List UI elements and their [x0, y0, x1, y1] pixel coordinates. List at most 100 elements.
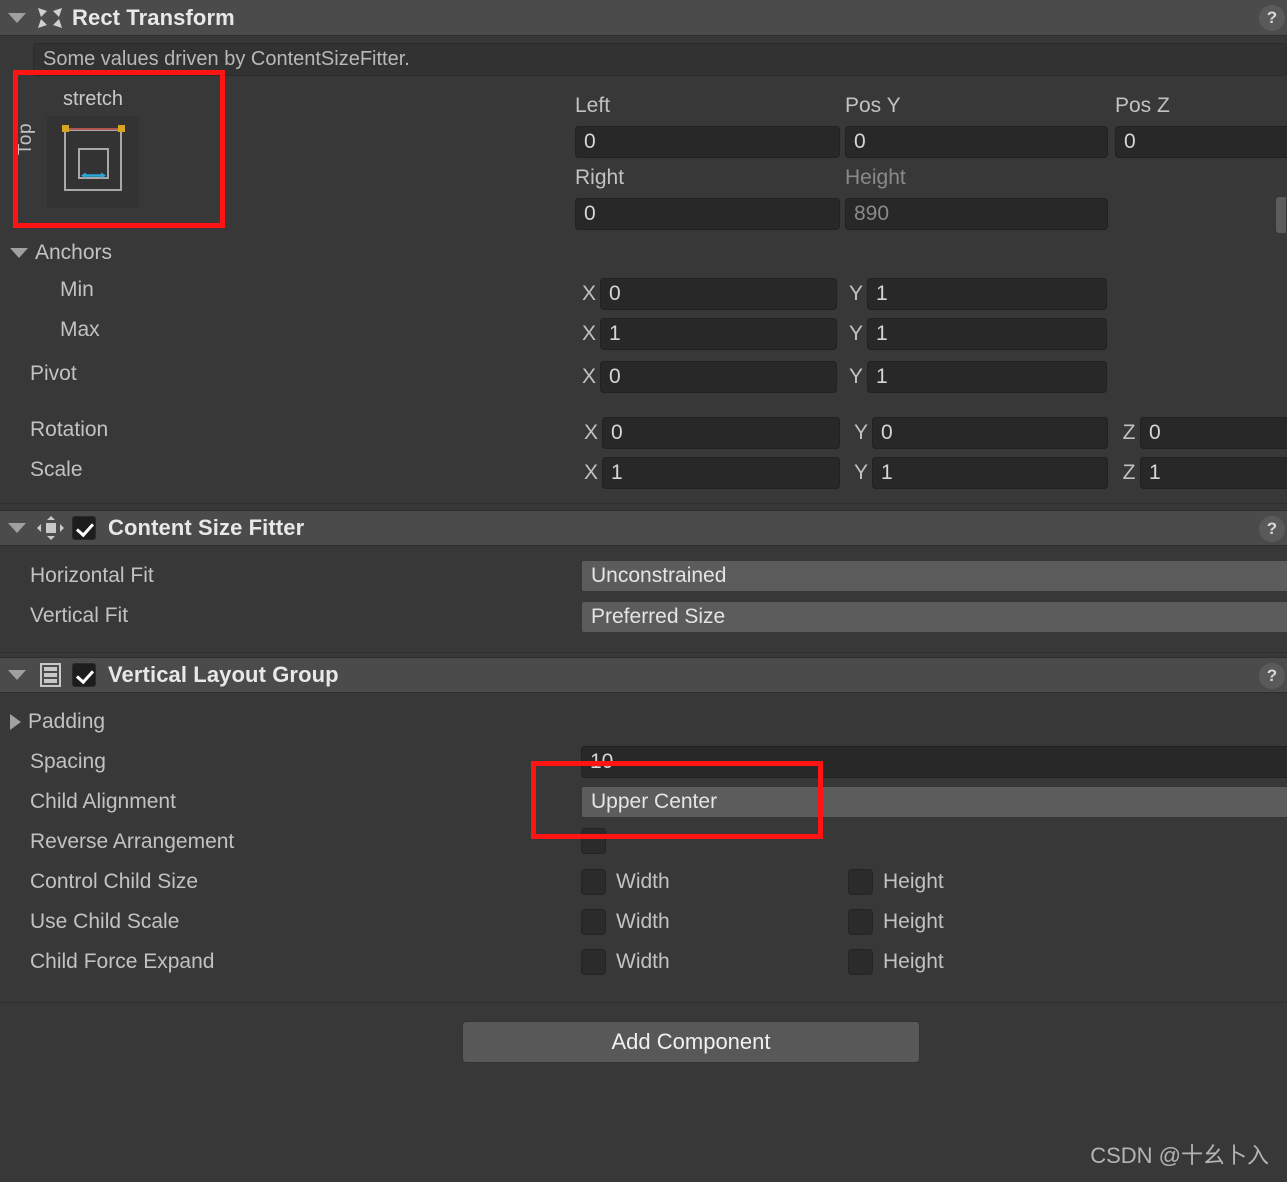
- pos-y-input[interactable]: 0: [845, 126, 1108, 158]
- rotation-label: Rotation: [30, 418, 109, 441]
- content-size-fitter-icon: [35, 515, 65, 541]
- reverse-arrangement-label: Reverse Arrangement: [30, 830, 235, 853]
- watermark: CSDN @十幺卜入: [1090, 1143, 1269, 1168]
- rect-transform-foldout-arrow[interactable]: [8, 12, 26, 23]
- anchor-top-line: [64, 128, 122, 130]
- height-label: Height: [845, 166, 906, 189]
- spacing-label: Spacing: [30, 750, 106, 773]
- right-label: Right: [575, 166, 625, 189]
- anchor-handle-right-icon: [118, 125, 125, 132]
- vertical-layout-group-title: Vertical Layout Group: [108, 662, 339, 687]
- height-input: 890: [845, 198, 1108, 230]
- anchor-min-y-input[interactable]: 1: [867, 278, 1107, 310]
- anchor-vertical-axis-label: Top: [15, 122, 37, 156]
- padding-foldout-arrow[interactable]: [10, 714, 21, 730]
- content-size-fitter-enabled-checkbox[interactable]: [72, 516, 96, 540]
- child-force-expand-width-checkbox[interactable]: [581, 949, 606, 975]
- rotation-y-input[interactable]: 0: [872, 417, 1108, 449]
- vertical-fit-label: Vertical Fit: [30, 604, 129, 627]
- scale-label: Scale: [30, 458, 83, 481]
- pivot-label: Pivot: [30, 362, 77, 385]
- pivot-y-group: Y 1: [845, 361, 1107, 393]
- anchors-foldout-arrow[interactable]: [10, 248, 28, 258]
- use-child-scale-height-label: Height: [883, 910, 944, 933]
- pos-z-input[interactable]: 0: [1115, 126, 1287, 158]
- anchor-stretch-arrow-icon: [81, 161, 106, 179]
- child-force-expand-height-label: Height: [883, 950, 944, 973]
- control-child-size-label: Control Child Size: [30, 870, 199, 893]
- use-child-scale-height-checkbox[interactable]: [848, 909, 873, 935]
- control-child-size-width-label: Width: [616, 870, 670, 893]
- help-icon[interactable]: ?: [1259, 663, 1285, 689]
- content-size-fitter-header[interactable]: Content Size Fitter ?: [0, 510, 1287, 546]
- pivot-y-input[interactable]: 1: [867, 361, 1107, 393]
- vertical-layout-group-foldout-arrow[interactable]: [8, 670, 26, 680]
- horizontal-fit-dropdown[interactable]: Unconstrained: [581, 560, 1287, 592]
- child-force-expand-width-group: Width: [581, 949, 670, 975]
- add-component-button[interactable]: Add Component: [462, 1021, 920, 1063]
- anchor-max-x-group: X 1: [578, 318, 837, 350]
- anchor-min-x-input[interactable]: 0: [600, 278, 837, 310]
- add-component-bar: Add Component: [0, 1002, 1287, 1080]
- rect-transform-header[interactable]: Rect Transform ?: [0, 0, 1287, 36]
- vertical-layout-group-enabled-checkbox[interactable]: [72, 663, 96, 687]
- scale-y-group: Y 1: [850, 457, 1108, 489]
- anchor-min-label: Min: [60, 278, 94, 301]
- rotation-z-group: Z 0: [1118, 417, 1287, 449]
- child-force-expand-height-group: Height: [848, 949, 944, 975]
- rotation-z-axis: Z: [1122, 421, 1136, 444]
- child-force-expand-height-checkbox[interactable]: [848, 949, 873, 975]
- anchor-max-y-group: Y 1: [845, 318, 1107, 350]
- control-child-size-height-group: Height: [848, 869, 944, 895]
- anchors-foldout[interactable]: Anchors: [10, 241, 112, 265]
- child-force-expand-label: Child Force Expand: [30, 950, 215, 973]
- rect-transform-title: Rect Transform: [72, 4, 235, 30]
- anchor-max-x-axis: X: [581, 322, 596, 345]
- control-child-size-height-label: Height: [883, 870, 944, 893]
- anchor-max-y-input[interactable]: 1: [867, 318, 1107, 350]
- use-child-scale-label: Use Child Scale: [30, 910, 180, 933]
- scale-x-input[interactable]: 1: [602, 457, 840, 489]
- rotation-y-axis: Y: [853, 421, 868, 444]
- vertical-layout-group-icon: [35, 662, 65, 688]
- control-child-size-height-checkbox[interactable]: [848, 869, 873, 895]
- vertical-layout-group-header[interactable]: Vertical Layout Group ?: [0, 657, 1287, 693]
- child-alignment-dropdown[interactable]: Upper Center: [581, 786, 1287, 818]
- use-child-scale-width-group: Width: [581, 909, 670, 935]
- blueprint-toggle-button[interactable]: [1275, 196, 1287, 234]
- vertical-fit-dropdown[interactable]: Preferred Size: [581, 601, 1287, 633]
- infobox-text: Some values driven by ContentSizeFitter.: [43, 48, 410, 70]
- padding-label: Padding: [28, 710, 106, 733]
- pivot-x-axis: X: [581, 365, 596, 388]
- reverse-arrangement-checkbox[interactable]: [581, 828, 606, 854]
- content-size-fitter-title: Content Size Fitter: [108, 515, 305, 540]
- scale-z-axis: Z: [1122, 461, 1136, 484]
- horizontal-fit-label: Horizontal Fit: [30, 564, 154, 587]
- scale-y-input[interactable]: 1: [872, 457, 1108, 489]
- rotation-x-input[interactable]: 0: [602, 417, 840, 449]
- scale-x-axis: X: [583, 461, 598, 484]
- anchor-max-y-axis: Y: [848, 322, 863, 345]
- right-input[interactable]: 0: [575, 198, 840, 230]
- section-divider-1: [0, 503, 1287, 504]
- use-child-scale-width-checkbox[interactable]: [581, 909, 606, 935]
- content-size-fitter-foldout-arrow[interactable]: [8, 523, 26, 533]
- rotation-x-group: X 0: [580, 417, 840, 449]
- scale-z-input[interactable]: 1: [1140, 457, 1287, 489]
- control-child-size-width-checkbox[interactable]: [581, 869, 606, 895]
- spacing-input[interactable]: 10: [581, 746, 1287, 778]
- help-icon[interactable]: ?: [1259, 516, 1285, 542]
- pos-z-label: Pos Z: [1115, 94, 1170, 117]
- anchor-min-y-axis: Y: [848, 282, 863, 305]
- left-input[interactable]: 0: [575, 126, 840, 158]
- anchor-preset-widget[interactable]: stretch Top: [15, 88, 154, 213]
- rotation-z-input[interactable]: 0: [1140, 417, 1287, 449]
- pivot-y-axis: Y: [848, 365, 863, 388]
- anchor-preset-label: stretch: [62, 88, 124, 110]
- help-icon[interactable]: ?: [1259, 5, 1285, 31]
- padding-foldout[interactable]: Padding: [10, 710, 105, 734]
- anchor-max-x-input[interactable]: 1: [600, 318, 837, 350]
- child-alignment-label: Child Alignment: [30, 790, 176, 813]
- pivot-x-input[interactable]: 0: [600, 361, 837, 393]
- driven-values-infobox: Some values driven by ContentSizeFitter.: [33, 43, 1287, 76]
